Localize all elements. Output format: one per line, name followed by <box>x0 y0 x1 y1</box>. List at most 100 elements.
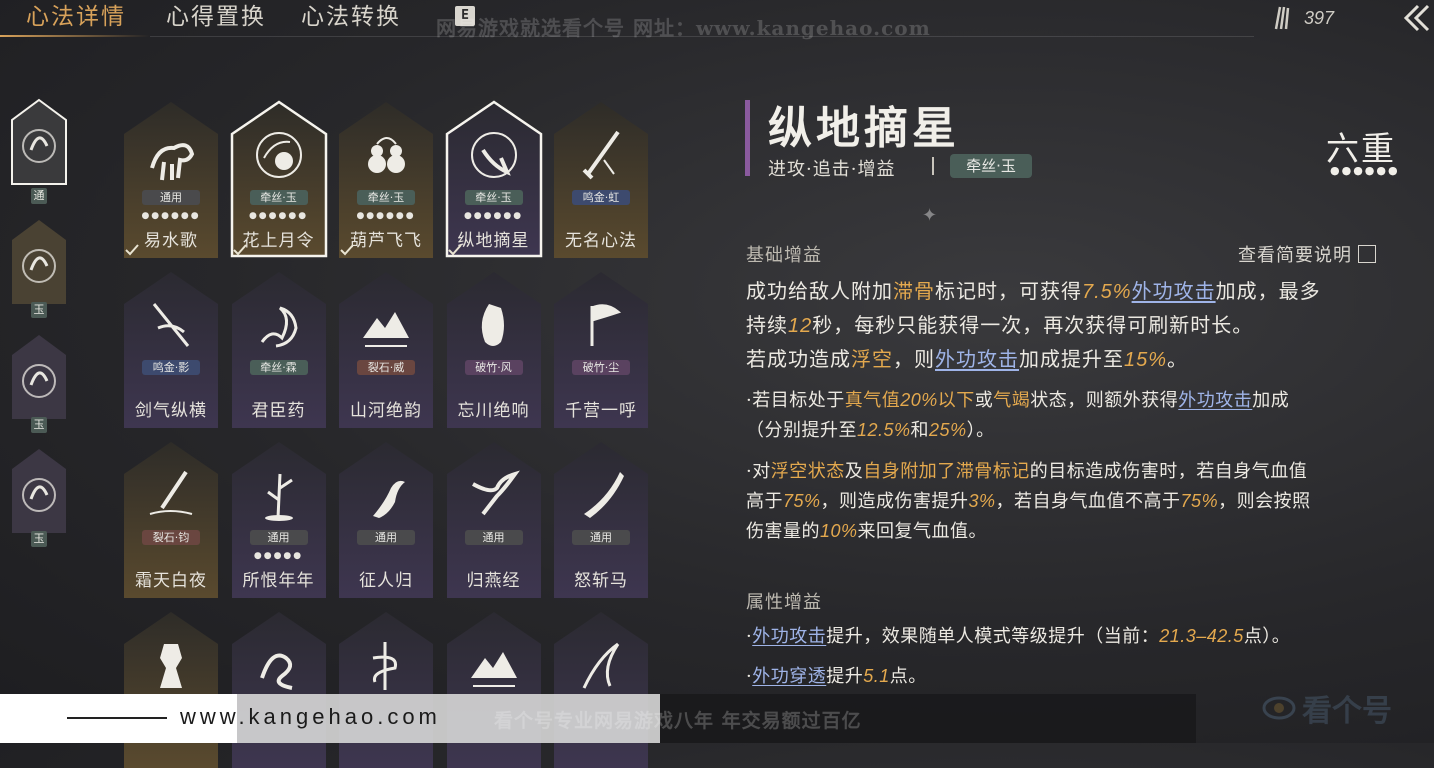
card-name: 山河绝韵 <box>350 401 422 421</box>
card-level-dots: ●●●●●● <box>463 211 524 221</box>
skill-card[interactable]: 通用 ●●●●●● 易水歌 <box>122 100 220 258</box>
text: 及 <box>844 461 864 482</box>
star-icon <box>470 132 517 178</box>
card-level-dots: ●●●●● <box>253 551 304 561</box>
equipped-slot[interactable]: 通 <box>10 98 68 204</box>
ox-icon <box>150 143 195 181</box>
term-link[interactable]: 外功攻击 <box>1178 390 1252 411</box>
text: 加成 <box>1252 390 1290 411</box>
text: 状态，则额外获得 <box>1030 390 1179 411</box>
skill-card[interactable] <box>552 610 650 768</box>
currency-value: 397 <box>1304 7 1335 28</box>
skill-card[interactable]: 牵丝·玉 ●●●●●● 纵地摘星 <box>445 100 543 258</box>
card-name: 千营一呼 <box>565 401 637 421</box>
term-link[interactable]: 外功攻击 <box>752 626 826 647</box>
keyword: 真气值 <box>844 390 901 411</box>
skill-card[interactable] <box>445 610 543 768</box>
card-name: 征人归 <box>359 571 413 591</box>
text: 秒，每秒只能获得一次，再次获得可刷新时长。 <box>812 313 1254 337</box>
effect-line: 持续12秒，每秒只能获得一次，再次获得可刷新时长。 <box>746 309 1253 338</box>
scythe-icon <box>582 642 620 689</box>
watermark-logo-text: 看个号 <box>1302 694 1392 729</box>
title-accent-bar <box>745 100 750 176</box>
view-brief-button[interactable]: 查看简要说明 <box>1238 241 1376 267</box>
skill-tags: 进攻·追击·增益 <box>768 159 896 180</box>
skill-card[interactable]: 通用 征人归 <box>337 440 435 598</box>
value: 10% <box>820 521 858 541</box>
card-tag: 裂石·威 <box>357 360 415 375</box>
active-tab-underline <box>0 35 150 37</box>
double-chevron-left-icon[interactable] <box>1398 2 1432 34</box>
text: ，则 <box>893 347 935 371</box>
skill-card[interactable] <box>230 610 328 768</box>
star-plucker-icon <box>12 449 66 533</box>
skill-card[interactable] <box>337 610 435 768</box>
skill-card[interactable] <box>122 610 220 768</box>
card-tag: 牵丝·玉 <box>357 190 415 205</box>
attr-line: ·外功穿透提升5.1点。 <box>746 662 927 688</box>
card-tag: 牵丝·玉 <box>464 190 523 205</box>
text: （分别提升至 <box>746 420 857 441</box>
text: 加成提升至 <box>1019 347 1124 371</box>
text: 成功给敌人附加 <box>746 279 893 303</box>
check-icon <box>232 244 247 256</box>
value: 20% <box>900 390 938 410</box>
term-link[interactable]: 外功穿透 <box>752 666 826 687</box>
level-dots: ●●●●●● <box>1330 164 1400 177</box>
value: 5.1 <box>863 666 890 686</box>
skill-card[interactable]: 通用 归燕经 <box>445 440 543 598</box>
effect-line: 高于75%，则造成伤害提升3%，若自身气血值不高于75%，则会按照 <box>746 487 1311 513</box>
value: 3% <box>968 491 996 511</box>
term-link[interactable]: 外功攻击 <box>1132 279 1216 303</box>
skill-type-badge: 牵丝·玉 <box>950 154 1032 178</box>
card-tag: 鸣金·虹 <box>572 190 630 205</box>
text: 若成功造成 <box>746 347 851 371</box>
equipped-slot[interactable]: 玉 <box>10 333 68 433</box>
skill-card[interactable]: 鸣金·虹 无名心法 <box>552 100 650 258</box>
keyword: 以下 <box>937 390 975 411</box>
text: 点。 <box>889 666 927 687</box>
tab-convert[interactable]: 心法转换 <box>301 0 401 36</box>
pen-icon <box>149 470 193 515</box>
section-attr-title: 属性增益 <box>746 592 822 613</box>
text: ·对 <box>746 461 771 482</box>
value: 12.5% <box>857 420 911 440</box>
section-basic-title: 基础增益 <box>746 245 822 266</box>
flag-icon <box>590 304 622 346</box>
sparkle-icon: ✦ <box>922 205 938 226</box>
term-link[interactable]: 外功攻击 <box>935 347 1019 371</box>
skill-card[interactable]: 牵丝·霖 君臣药 <box>230 270 328 428</box>
ox-icon <box>11 98 67 185</box>
card-name: 怒斩马 <box>574 571 628 591</box>
tab-details[interactable]: 心法详情 <box>26 0 126 36</box>
skill-card[interactable]: 破竹·尘 千营一呼 <box>552 270 650 428</box>
skill-card[interactable]: 通用 怒斩马 <box>552 440 650 598</box>
skill-card[interactable]: 破竹·风 忘川绝响 <box>445 270 543 428</box>
skill-level: 六重 <box>1326 129 1396 168</box>
text: 来回复气血值。 <box>857 521 988 542</box>
keyword: 滞骨 <box>893 279 935 303</box>
skill-card[interactable]: 通用 ●●●●● 所恨年年 <box>230 440 328 598</box>
text: 的目标造成伤害时，若自身气血值 <box>1029 461 1308 482</box>
skill-card[interactable]: 牵丝·玉 ●●●●●● 花上月令 <box>230 100 328 258</box>
equipped-slot[interactable]: 玉 <box>10 218 68 318</box>
text: 伤害量的 <box>746 521 820 542</box>
text: 点）。 <box>1243 626 1291 647</box>
skill-card[interactable]: 鸣金·影 剑气纵横 <box>122 270 220 428</box>
tab-replace[interactable]: 心得置换 <box>166 0 266 36</box>
text: ）。 <box>966 420 995 441</box>
toggle-icon <box>1358 245 1376 263</box>
value: 21.3–42.5 <box>1159 626 1244 646</box>
effect-line: 伤害量的10%来回复气血值。 <box>746 517 987 543</box>
card-tag: 通用 <box>249 530 308 545</box>
card-tag: 破竹·风 <box>464 360 523 375</box>
equipped-slot[interactable]: 玉 <box>10 447 68 547</box>
skill-title: 纵地摘星 <box>768 103 960 154</box>
skill-card[interactable]: 牵丝·玉 ●●●●●● 葫芦飞飞 <box>337 100 435 258</box>
face-icon <box>481 304 504 346</box>
check-icon <box>447 244 462 256</box>
flower-moon-icon <box>12 220 66 304</box>
skill-card[interactable]: 裂石·威山河绝韵 <box>337 270 435 428</box>
skill-card[interactable]: 裂石·钧 霜天白夜 <box>122 440 220 598</box>
effect-line: 若成功造成浮空，则外功攻击加成提升至15%。 <box>746 343 1188 372</box>
